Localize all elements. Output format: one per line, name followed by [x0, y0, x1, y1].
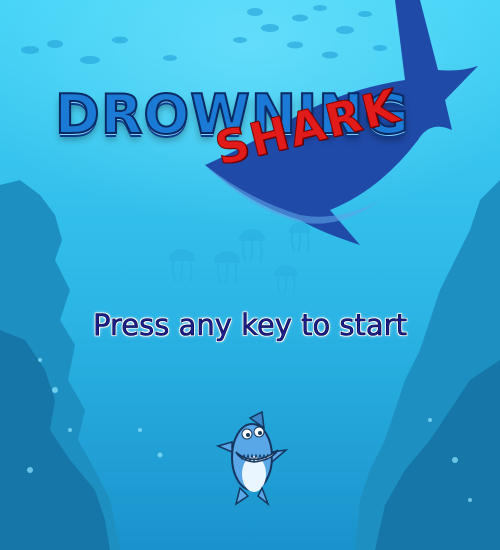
start-prompt[interactable]: Press any key to start — [0, 308, 500, 343]
